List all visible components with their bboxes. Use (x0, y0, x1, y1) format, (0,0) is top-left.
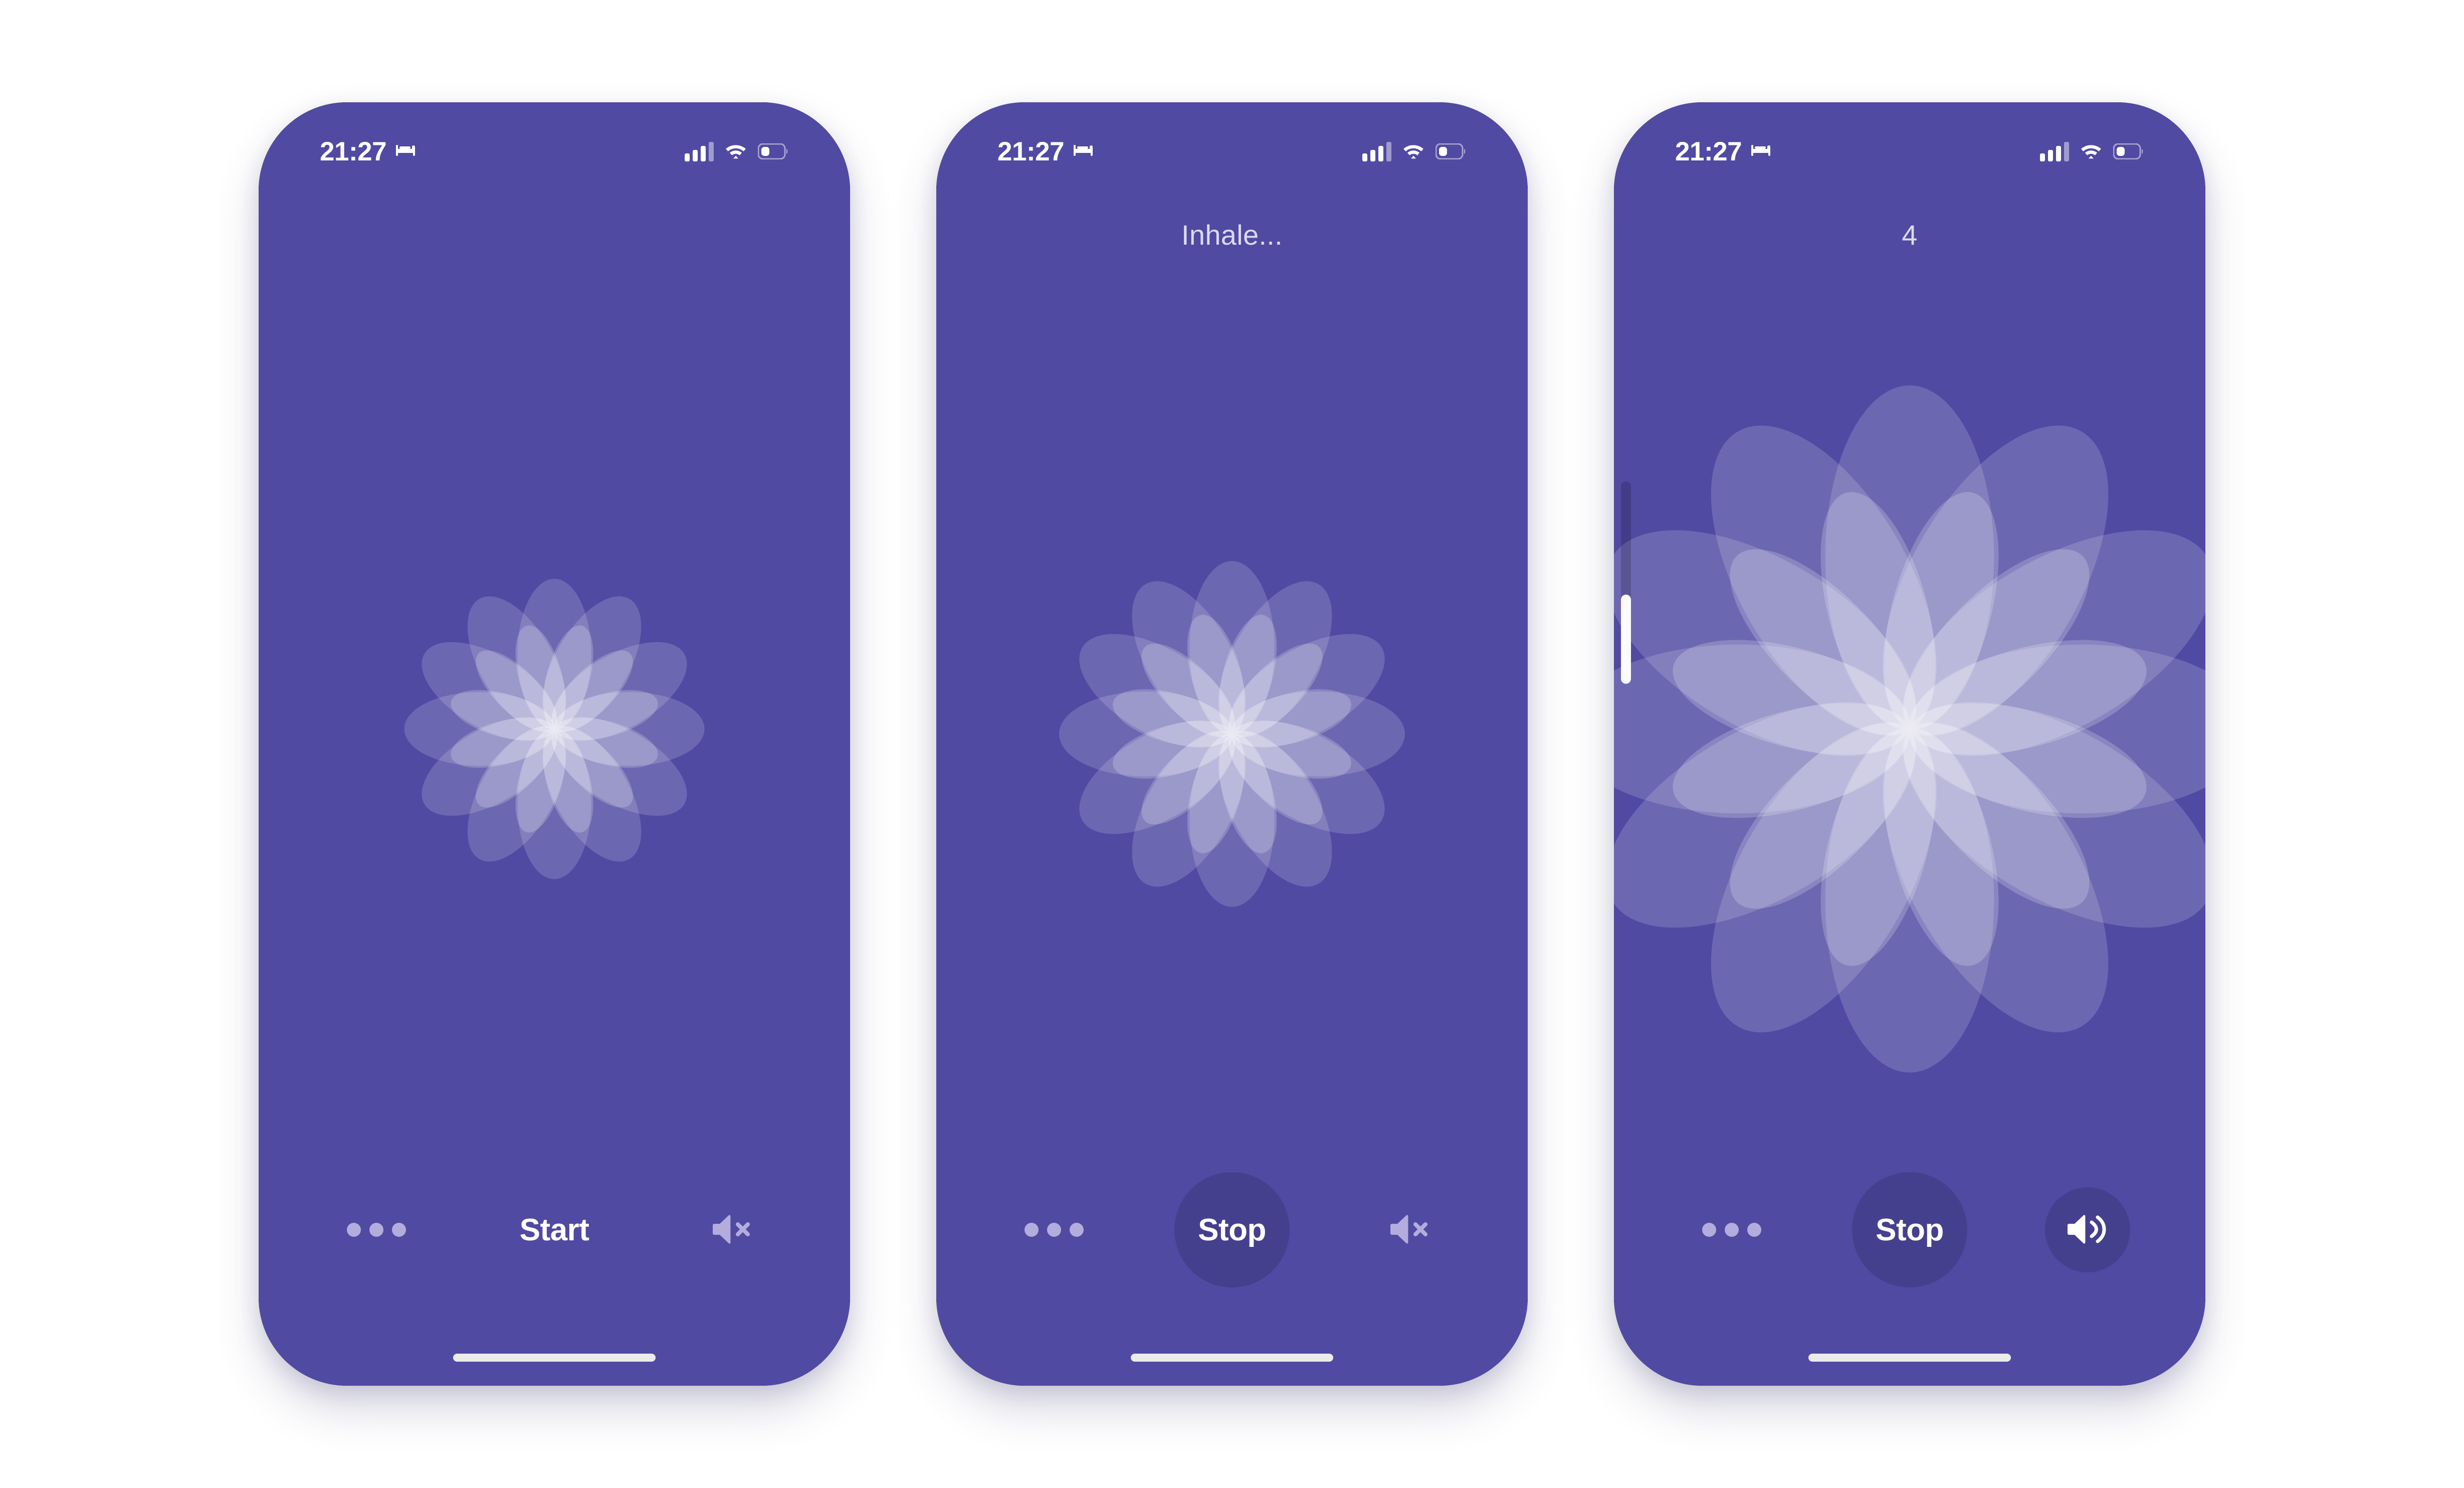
bed-icon (1073, 143, 1093, 160)
ellipsis-icon-dot (392, 1223, 406, 1237)
status-bar-right (2040, 141, 2144, 161)
wifi-icon (1402, 142, 1425, 161)
status-bar-right (685, 141, 789, 161)
speaker-muted-icon (712, 1212, 753, 1248)
battery-icon (758, 143, 789, 159)
ellipsis-icon-dot (347, 1223, 361, 1237)
phone-mockup-idle: 21:27 Start (259, 102, 850, 1386)
phone-mockup-inhale: 21:27 Inhale... Stop (936, 102, 1528, 1386)
cellular-signal-icon (685, 141, 714, 161)
home-indicator[interactable] (1808, 1354, 2011, 1362)
wifi-icon (724, 142, 747, 161)
phase-label: 4 (1902, 219, 1918, 251)
speaker-on-icon (2067, 1212, 2109, 1248)
speaker-muted-icon (1389, 1212, 1430, 1248)
ellipsis-icon-dot (1702, 1223, 1716, 1237)
playback-controls: Stop (1614, 1172, 2205, 1287)
playback-controls: Start (259, 1172, 850, 1287)
start-stop-button[interactable]: Stop (1174, 1172, 1290, 1287)
breathing-bloom-graphic (1042, 543, 1422, 924)
battery-icon (2113, 143, 2144, 159)
phone-mockup-counting: 21:27 4 Stop (1614, 102, 2205, 1386)
more-options-button[interactable] (334, 1187, 419, 1272)
bloom-svg (1059, 561, 1405, 907)
status-bar: 21:27 (259, 129, 850, 173)
ellipsis-icon-dot (1070, 1223, 1084, 1237)
sound-toggle-button[interactable] (2045, 1187, 2130, 1272)
status-clock: 21:27 (997, 136, 1065, 166)
ellipsis-icon-dot (1024, 1223, 1039, 1237)
ellipsis-icon-dot (369, 1223, 383, 1237)
app-screen-inhale: 21:27 Inhale... Stop (936, 102, 1528, 1386)
breathing-bloom-graphic (1614, 350, 2205, 1107)
wifi-icon (2080, 142, 2103, 161)
home-indicator[interactable] (1131, 1354, 1333, 1362)
start-stop-button[interactable]: Start (497, 1172, 612, 1287)
ellipsis-icon-dot (1047, 1223, 1061, 1237)
cellular-signal-icon (2040, 141, 2069, 161)
volume-slider[interactable] (1621, 481, 1631, 684)
home-indicator[interactable] (453, 1354, 656, 1362)
more-options-button[interactable] (1689, 1187, 1774, 1272)
status-bar-left: 21:27 (320, 136, 416, 166)
sound-toggle-button[interactable] (690, 1187, 775, 1272)
ellipsis-icon-dot (1747, 1223, 1761, 1237)
app-screen-counting: 21:27 4 Stop (1614, 102, 2205, 1386)
status-bar: 21:27 (936, 129, 1528, 173)
screenshot-stage: 21:27 Start 21:27 Inhale... Stop 21:27 4… (0, 0, 2464, 1488)
ellipsis-icon-dot (1725, 1223, 1739, 1237)
status-bar-left: 21:27 (1675, 136, 1771, 166)
bloom-svg (1614, 385, 2205, 1073)
status-clock: 21:27 (320, 136, 387, 166)
volume-slider-fill (1621, 595, 1631, 684)
status-bar-right (1362, 141, 1467, 161)
bed-icon (395, 143, 416, 160)
breathing-bloom-graphic (389, 564, 720, 894)
status-bar: 21:27 (1614, 129, 2205, 173)
status-bar-left: 21:27 (997, 138, 1093, 165)
bloom-svg (404, 579, 705, 879)
bed-icon (1750, 143, 1771, 160)
app-screen-idle: 21:27 Start (259, 102, 850, 1386)
battery-icon (1435, 143, 1467, 159)
playback-controls: Stop (936, 1172, 1528, 1287)
status-clock: 21:27 (1675, 136, 1742, 166)
phase-label: Inhale... (1181, 219, 1283, 251)
more-options-button[interactable] (1011, 1187, 1097, 1272)
start-stop-button[interactable]: Stop (1852, 1172, 1967, 1287)
sound-toggle-button[interactable] (1367, 1187, 1453, 1272)
cellular-signal-icon (1362, 141, 1391, 161)
